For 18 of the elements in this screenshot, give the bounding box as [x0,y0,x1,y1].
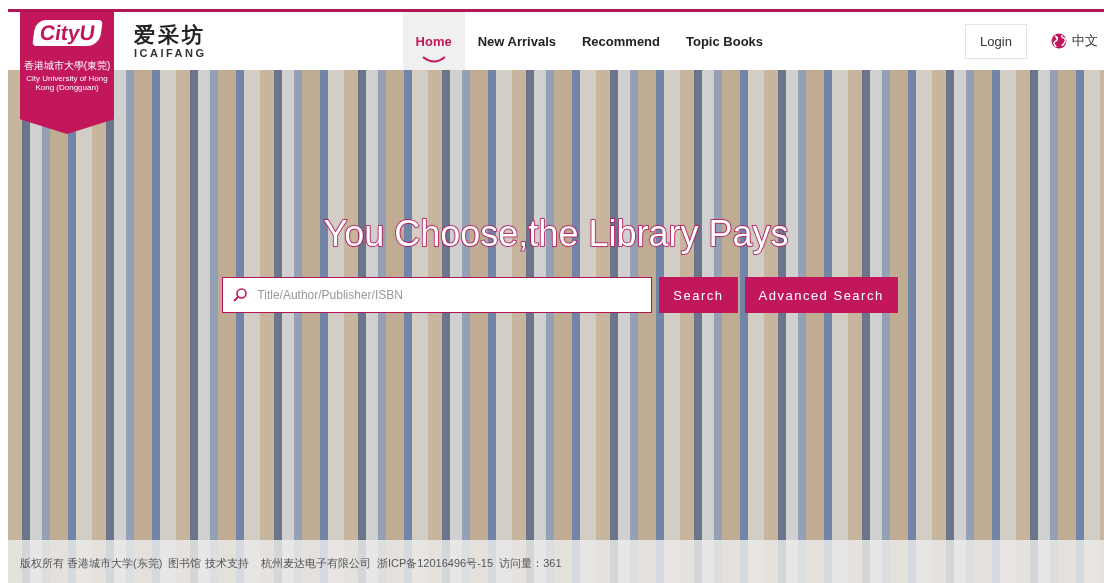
logo-text: City University of Hong Kong (Dongguan) [25,74,109,92]
search-button[interactable]: Search [659,277,738,313]
curve-icon [421,56,446,64]
nav-tab[interactable]: New Arrivals [464,12,569,70]
search-icon [232,287,249,303]
logo-text: 香港城市大學(東莞) [23,60,111,72]
advanced-search-button[interactable]: Advanced Search [744,277,898,313]
login-button[interactable]: Login [965,23,1027,59]
search-field[interactable]: Title/Author/Publisher/ISBN [222,277,653,313]
nav-tab[interactable]: Recommend [568,12,673,70]
nav-tab[interactable]: Topic Books [673,12,777,70]
nav-tab[interactable]: Home [402,12,465,70]
logo-wordmark: CityU [31,20,103,46]
site-name-latin: ICAIFANG [134,47,207,59]
site-name: 爱采坊 [134,23,207,47]
language-link[interactable]: 中文 [1072,32,1098,50]
globe-icon [1051,33,1067,49]
footer-text: 版权所有 香港城市大学(东莞) 图书馆 技术支持 杭州麦达电子有限公司 浙ICP备12016496号-15 访问量：361 [20,555,562,571]
